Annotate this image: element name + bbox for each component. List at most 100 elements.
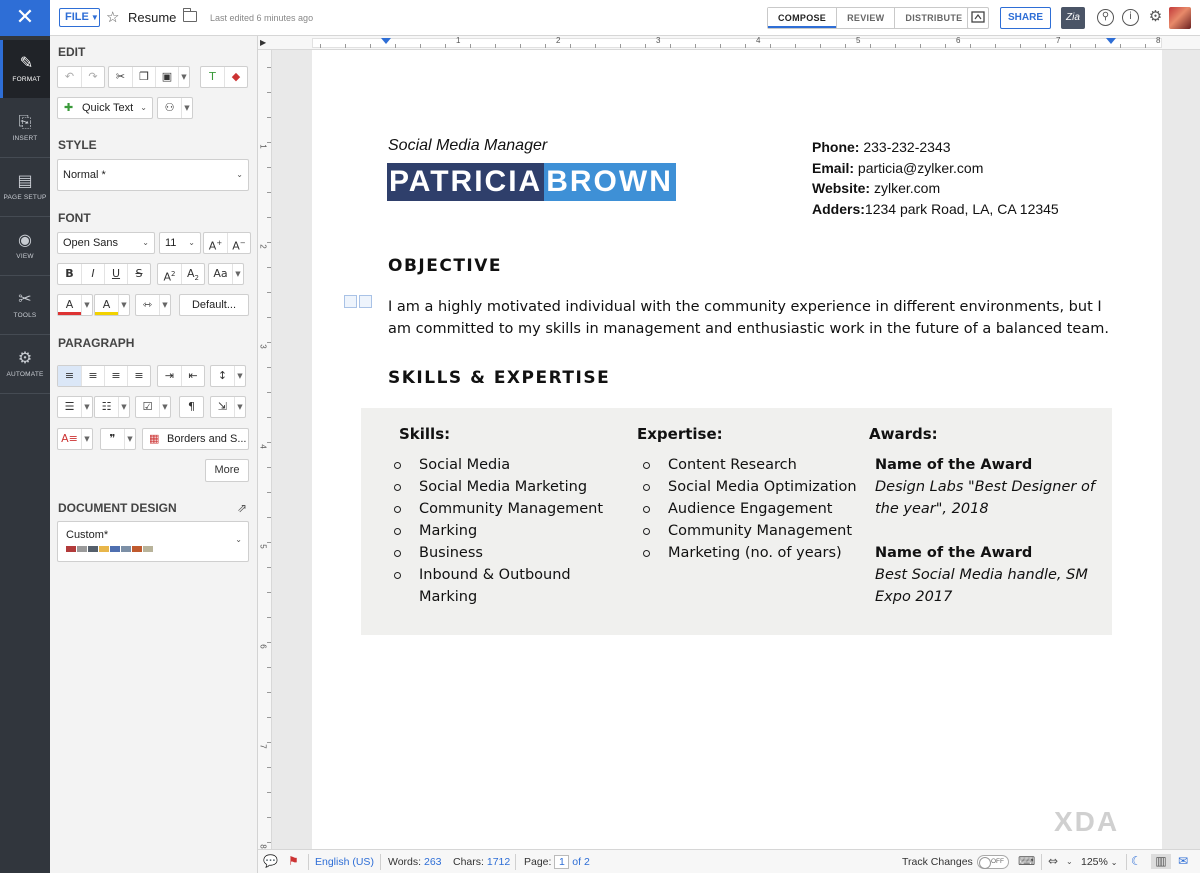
present-icon[interactable] [967, 7, 989, 29]
outdent-icon[interactable]: ⇤ [181, 366, 204, 386]
justify-icon[interactable]: ≡ [127, 366, 150, 386]
font-color-icon[interactable]: A [58, 295, 81, 315]
chevron-down-icon[interactable]: ▼ [118, 397, 129, 417]
chevron-down-icon[interactable]: ▼ [159, 397, 170, 417]
chevron-down-icon[interactable]: ▼ [178, 67, 189, 87]
chevron-down-icon[interactable]: ▼ [124, 429, 135, 449]
nav-page-setup[interactable]: ▤ PAGE SETUP [0, 158, 50, 216]
paragraph-spacing-icon[interactable]: ⇲ [211, 397, 234, 417]
highlight-icon[interactable]: A [95, 295, 118, 315]
tab-compose[interactable]: COMPOSE [768, 8, 837, 28]
chevron-down-icon[interactable]: ▼ [118, 295, 129, 315]
change-case-icon[interactable]: Aa [209, 264, 232, 284]
chat-icon[interactable]: 💬 [263, 854, 278, 869]
tab-distribute[interactable]: DISTRIBUTE [894, 8, 972, 28]
ruler-toggle-icon[interactable]: ▶ [260, 38, 266, 47]
font-family-select[interactable]: Open Sans ⌄ [57, 232, 155, 254]
left-indent-marker[interactable] [381, 38, 391, 44]
increase-font-icon[interactable]: A+ [204, 233, 227, 253]
numbered-list-icon[interactable]: ☷ [95, 397, 118, 417]
add-block-icon[interactable] [344, 295, 357, 308]
paste-icon[interactable]: ▣ [155, 67, 178, 87]
language-selector[interactable]: English (US) [315, 855, 374, 869]
objective-text[interactable]: I am a highly motivated individual with … [388, 296, 1118, 340]
page-input[interactable]: 1 [554, 855, 570, 869]
name-banner[interactable]: PATRICIA BROWN [387, 163, 676, 201]
gear-icon[interactable]: ⚙ [1147, 9, 1164, 26]
cut-icon[interactable]: ✂ [109, 67, 132, 87]
nav-insert[interactable]: ⎘ INSERT [0, 99, 50, 157]
nav-tools[interactable]: ✂ TOOLS [0, 276, 50, 334]
zia-button[interactable]: Zia [1061, 7, 1085, 29]
copy-icon[interactable]: ❐ [132, 67, 155, 87]
strikethrough-icon[interactable]: S [127, 264, 150, 284]
nav-automate[interactable]: ⚙ AUTOMATE [0, 335, 50, 393]
quick-text-button[interactable]: ✚ Quick Text ⌄ [57, 97, 153, 119]
chevron-down-icon[interactable]: ▼ [81, 397, 92, 417]
zoom-selector[interactable]: 125% ⌄ [1081, 855, 1117, 870]
skills-table[interactable]: Skills: Social Media Social Media Marketi… [361, 408, 1112, 635]
eraser-icon[interactable]: ◆ [224, 67, 247, 87]
paragraph-handle[interactable] [344, 295, 374, 308]
document-name[interactable]: Resume [128, 10, 176, 25]
tab-review[interactable]: REVIEW [836, 8, 894, 28]
binoculars-icon[interactable]: ⚇ [158, 98, 181, 118]
borders-shading-button[interactable]: ▦ Borders and S... [142, 428, 249, 450]
skills-heading[interactable]: SKILLS & EXPERTISE [388, 368, 610, 388]
quote-icon[interactable]: ❞ [101, 429, 124, 449]
info-icon[interactable]: i [1122, 9, 1139, 26]
chevron-down-icon[interactable]: ▼ [81, 295, 92, 315]
nav-view[interactable]: ◉ VIEW [0, 217, 50, 275]
avatar[interactable] [1169, 7, 1191, 29]
night-mode-icon[interactable]: ☾ [1131, 854, 1142, 869]
indent-icon[interactable]: ⇥ [158, 366, 181, 386]
default-format-button[interactable]: Default... [179, 294, 249, 316]
fit-width-icon[interactable]: ⇔ [1048, 854, 1058, 869]
redo-icon[interactable]: ↷ [81, 67, 104, 87]
right-indent-marker[interactable] [1106, 38, 1116, 44]
document-design-select[interactable]: Custom* ⌄ [57, 521, 249, 562]
read-mode-icon[interactable]: ▥ [1151, 854, 1171, 869]
file-menu-button[interactable]: FILE ▼ [59, 8, 100, 27]
folder-icon[interactable] [182, 8, 197, 22]
superscript-icon[interactable]: A2 [158, 264, 181, 284]
chevron-down-icon[interactable]: ▼ [81, 429, 92, 449]
document-canvas[interactable]: Social Media Manager PATRICIA BROWN Phon… [272, 50, 1200, 849]
align-right-icon[interactable]: ≡ [104, 366, 127, 386]
nav-format[interactable]: ✎ FORMAT [0, 40, 50, 98]
bullet-list-icon[interactable]: ☰ [58, 397, 81, 417]
star-icon[interactable]: ☆ [106, 8, 119, 27]
style-select[interactable]: Normal * ⌄ [57, 159, 249, 191]
underline-icon[interactable]: U [104, 264, 127, 284]
font-size-select[interactable]: 11 ⌄ [159, 232, 201, 254]
document-page[interactable]: Social Media Manager PATRICIA BROWN Phon… [312, 50, 1162, 849]
text-direction-icon[interactable]: A≡ [58, 429, 81, 449]
character-spacing-icon[interactable]: ⇿ [136, 295, 159, 315]
align-center-icon[interactable]: ≡ [81, 366, 104, 386]
chevron-down-icon[interactable]: ▼ [234, 397, 245, 417]
pilcrow-icon[interactable]: ¶ [180, 397, 203, 417]
align-left-icon[interactable]: ≡ [58, 366, 81, 386]
chevron-down-icon[interactable]: ▼ [181, 98, 192, 118]
share-button[interactable]: SHARE [1000, 7, 1051, 29]
more-button[interactable]: More [205, 459, 249, 482]
notification-icon[interactable]: ⚑ [288, 854, 299, 869]
decrease-font-icon[interactable]: A− [227, 233, 250, 253]
feedback-icon[interactable]: ✉ [1178, 854, 1188, 869]
chevron-down-icon[interactable]: ▼ [232, 264, 243, 284]
subscript-icon[interactable]: A2 [181, 264, 204, 284]
job-title[interactable]: Social Media Manager [388, 137, 547, 155]
clear-format-icon[interactable]: T [201, 67, 224, 87]
bold-icon[interactable]: B [58, 264, 81, 284]
external-link-icon[interactable]: ⇗ [237, 501, 247, 515]
search-icon[interactable]: ⚲ [1097, 9, 1114, 26]
objective-heading[interactable]: OBJECTIVE [388, 256, 502, 276]
block-menu-icon[interactable] [359, 295, 372, 308]
keyboard-icon[interactable]: ⌨ [1018, 854, 1035, 869]
undo-icon[interactable]: ↶ [58, 67, 81, 87]
contact-block[interactable]: Phone: 233-232-2343 Email: particia@zylk… [812, 137, 1059, 219]
close-icon[interactable]: ✕ [0, 0, 50, 36]
line-spacing-icon[interactable]: ↕ [211, 366, 234, 386]
chevron-down-icon[interactable]: ▼ [234, 366, 245, 386]
italic-icon[interactable]: I [81, 264, 104, 284]
